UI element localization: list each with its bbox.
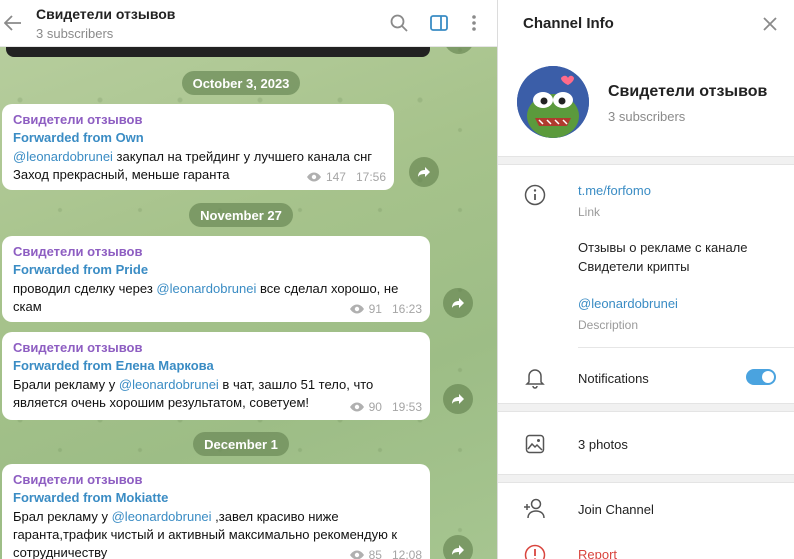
forwarded-from[interactable]: Forwarded from Елена Маркова	[13, 358, 420, 376]
divider	[578, 347, 794, 348]
message-bubble[interactable]: Свидетели отзывов Forwarded from Own @le…	[2, 104, 394, 190]
description-line: Свидетели крипты	[578, 259, 690, 274]
section-divider	[498, 156, 794, 165]
link-label: Link	[578, 205, 601, 219]
report-icon	[523, 543, 547, 559]
channel-subscribers: 3 subscribers	[608, 109, 686, 124]
forwarded-from[interactable]: Forwarded from Own	[13, 130, 384, 148]
channel-link[interactable]: t.me/forfomo	[578, 183, 651, 198]
channel-name: Свидетели отзывов	[608, 83, 768, 100]
mention-link[interactable]: @leonardobrunei	[119, 377, 219, 392]
message-channel-name[interactable]: Свидетели отзывов	[13, 472, 420, 490]
notifications-label: Notifications	[578, 371, 649, 386]
add-user-icon	[523, 497, 547, 521]
message-meta: 90 19:53	[349, 400, 422, 414]
message-meta: 91 16:23	[349, 302, 422, 316]
section-divider	[498, 474, 794, 483]
mention-link[interactable]: @leonardobrunei	[156, 281, 256, 296]
previous-media-message	[6, 47, 430, 57]
date-separator: November 27	[189, 203, 293, 227]
message-time: 19:53	[391, 400, 422, 414]
forward-icon[interactable]	[443, 535, 473, 559]
forward-icon[interactable]	[443, 288, 473, 318]
mention-link[interactable]: @leonardobrunei	[112, 509, 212, 524]
eye-icon	[349, 550, 364, 559]
view-count: 90	[368, 400, 382, 414]
message-meta: 147 17:56	[306, 170, 386, 184]
mention-link[interactable]: @leonardobrunei	[13, 149, 113, 164]
message-channel-name[interactable]: Свидетели отзывов	[13, 112, 384, 130]
eye-icon	[349, 304, 364, 314]
view-count: 91	[368, 302, 382, 316]
view-count: 85	[368, 548, 382, 559]
panel-title: Channel Info	[523, 15, 614, 32]
chat-header: Свидетели отзывов 3 subscribers	[0, 0, 497, 47]
message-channel-name[interactable]: Свидетели отзывов	[13, 340, 420, 358]
eye-icon	[349, 402, 364, 412]
description-mention[interactable]: @leonardobrunei	[578, 296, 678, 311]
forwarded-from[interactable]: Forwarded from Pride	[13, 262, 420, 280]
message-bubble[interactable]: Свидетели отзывов Forwarded from Mokiatt…	[2, 464, 430, 559]
description-line: Отзывы о рекламе с канале	[578, 240, 748, 255]
description-label: Description	[578, 318, 639, 332]
forwarded-from[interactable]: Forwarded from Mokiatte	[13, 490, 420, 508]
report-button[interactable]: Report	[578, 547, 617, 559]
eye-icon	[306, 172, 321, 182]
forward-icon[interactable]	[443, 384, 473, 414]
channel-info-panel: Channel Info Свидетели отзывов 3 subscri…	[497, 0, 794, 559]
message-meta: 85 12:08	[349, 548, 422, 559]
info-icon	[523, 183, 547, 207]
message-channel-name[interactable]: Свидетели отзывов	[13, 244, 420, 262]
chat-area: Свидетели отзывов 3 subscribers October …	[0, 0, 497, 559]
message-time: 16:23	[391, 302, 422, 316]
section-divider	[498, 403, 794, 412]
channel-avatar[interactable]	[517, 66, 589, 138]
search-icon[interactable]	[388, 12, 410, 34]
chat-subscribers: 3 subscribers	[36, 26, 114, 41]
message-time: 17:56	[355, 170, 386, 184]
message-time: 12:08	[391, 548, 422, 559]
message-bubble[interactable]: Свидетели отзывов Forwarded from Елена М…	[2, 332, 430, 420]
chat-title[interactable]: Свидетели отзывов	[36, 6, 175, 22]
message-bubble[interactable]: Свидетели отзывов Forwarded from Pride п…	[2, 236, 430, 322]
notifications-toggle[interactable]	[746, 369, 776, 385]
photo-icon	[523, 432, 547, 456]
more-vertical-icon[interactable]	[463, 12, 485, 34]
sidebar-toggle-icon[interactable]	[428, 12, 450, 34]
date-separator: October 3, 2023	[182, 71, 300, 95]
join-channel-button[interactable]: Join Channel	[578, 502, 654, 517]
date-separator: December 1	[193, 432, 289, 456]
forward-icon[interactable]	[409, 157, 439, 187]
photos-item[interactable]: 3 photos	[578, 437, 628, 452]
bell-icon	[523, 366, 547, 390]
close-icon[interactable]	[760, 14, 780, 34]
back-arrow-icon[interactable]	[2, 11, 24, 35]
view-count: 147	[325, 170, 346, 184]
